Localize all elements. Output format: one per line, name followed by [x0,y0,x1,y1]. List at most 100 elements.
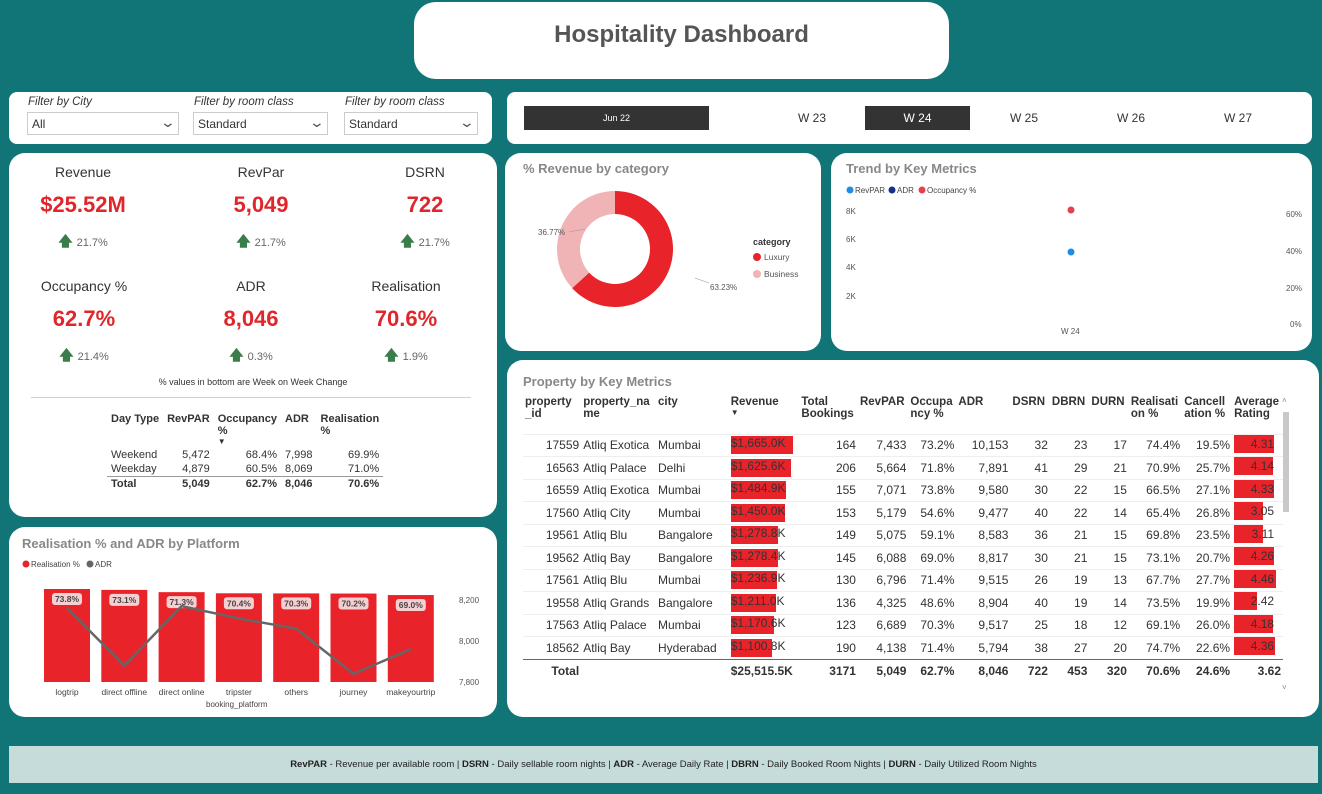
scrollbar-thumb[interactable] [1283,412,1289,512]
rating-bar: 4.31 [1234,434,1276,453]
arrow-up-icon: 🡅 [236,233,251,249]
col-header[interactable]: property_na me [581,394,656,434]
table-row[interactable]: 19558 Atliq Grands Bangalore $1,211.0K 136 4,… [523,591,1283,614]
table-row[interactable]: 17559 Atliq Exotica Mumbai $1,665.0K 164 7,43… [523,433,1283,457]
col-header[interactable]: Revenue ▼ [729,394,800,434]
col-header[interactable]: Day Type [107,411,163,448]
cell-bookings: 164 [799,433,858,457]
arrow-up-icon: 🡅 [229,347,244,363]
x-tick-label: W 24 [1061,327,1080,336]
table-row[interactable]: 17563 Atliq Palace Mumbai $1,170.6K 123 6,689… [523,613,1283,637]
scroll-down-icon[interactable]: ˅ [1282,683,1287,692]
rating-value: 4.31 [1250,436,1275,451]
cell-city: Mumbai [656,568,729,592]
col-header[interactable]: Total Bookings [799,394,858,434]
cell-dsrn: 40 [1010,591,1050,614]
cell-bookings: 3171 [799,658,858,682]
filter-panel: Filter by City All ⌄ Filter by room class… [9,92,492,144]
cell-dbrn: 22 [1049,501,1090,524]
kpi-realisation: Realisation 70.6% 🡅 1.9% [336,278,476,369]
room-class-filter-1-label: Filter by room class [194,96,294,108]
cell-city: Mumbai [656,478,729,502]
data-point-revpar[interactable] [1067,248,1075,256]
scroll-up-icon[interactable]: ˄ [1282,396,1287,405]
cell-dbrn: 19 [1049,568,1090,592]
cell-real: 67.7% [1128,568,1183,592]
cell-dsrn: 32 [1010,433,1050,457]
col-header[interactable]: city [656,394,729,434]
col-header[interactable]: Cancell ation % [1182,394,1232,434]
col-header[interactable]: RevPAR [163,411,214,448]
col-header[interactable]: ADR [281,411,317,448]
legend-label-realisation[interactable]: Realisation % [31,560,80,569]
leader-line [694,277,710,284]
date-slicer-button[interactable]: Jun 22 [524,106,709,130]
rating-bar: 4.26 [1234,547,1276,566]
pie-slice-business[interactable] [557,191,615,289]
week-button-w27[interactable]: W 27 [1203,106,1273,130]
col-header[interactable]: RevPAR [858,394,908,434]
cell-adr: 8,817 [956,546,1011,569]
table-row[interactable]: 19562 Atliq Bay Bangalore $1,278.4K 145 6,088… [523,546,1283,569]
cell: 62.7% [213,476,281,491]
table-row[interactable]: 18562 Atliq Bay Hyderabad $1,100.8K 190 4,138… [523,636,1283,659]
week-button-w26[interactable]: W 26 [1096,106,1166,130]
col-header[interactable]: DBRN [1050,394,1089,434]
revenue-by-category-card: % Revenue by category 36.77% 63.23% cate… [505,153,821,351]
col-header[interactable]: DURN [1089,394,1128,434]
week-button-w23[interactable]: W 23 [777,106,847,130]
week-button-w24[interactable]: W 24 [865,106,970,130]
week-button-w25[interactable]: W 25 [989,106,1059,130]
cell-dbrn: 21 [1049,546,1090,569]
rating-bar: 3.05 [1234,502,1276,521]
table-row[interactable]: 17561 Atliq Blu Mumbai $1,236.9K 130 6,796 71.… [523,568,1283,592]
data-point-occupancy[interactable] [1067,206,1075,214]
cell: 7,998 [285,449,313,461]
table-row[interactable]: 17560 Atliq City Mumbai $1,450.0K 153 5,179 54… [523,501,1283,524]
col-header[interactable]: Realisation % [1129,394,1182,434]
col-header[interactable]: Occupancy % ▼ [214,411,281,448]
city-filter-value: All [32,117,46,131]
legend-label-occupancy[interactable]: Occupancy % [927,186,976,195]
col-header[interactable]: ADR [956,394,1010,434]
table-row[interactable]: 16563 Atliq Palace Delhi $1,625.6K 206 5,664 7… [523,456,1283,479]
cell-dbrn: 453 [1049,658,1090,682]
cell: 60.5% [245,463,277,475]
col-header[interactable]: property _id [523,394,581,434]
table-row[interactable]: 19561 Atliq Blu Bangalore $1,278.8K 149 5,075… [523,523,1283,547]
cell-revpar: 7,071 [857,478,909,502]
legend-label-revpar[interactable]: RevPAR [855,186,885,195]
cell-property-id: 17559 [523,433,582,457]
revenue-bar: $1,484.9K [730,481,793,500]
city-filter-dropdown[interactable]: All ⌄ [27,112,179,135]
room-class-filter-2-dropdown[interactable]: Standard ⌄ [344,112,478,135]
property-table-card: Property by Key Metrics property _id prope… [507,360,1319,717]
property-table: property _id property_na me city Revenue ▼ Tota… [523,394,1283,682]
legend-label-adr[interactable]: ADR [95,560,112,569]
cell-occ: 62.7% [908,658,957,682]
cell-durn: 17 [1089,433,1129,457]
data-label: 69.0% [399,600,424,610]
col-header[interactable]: Realisation % [317,411,384,448]
revenue-value: $1,278.4K [730,548,786,563]
col-header[interactable]: Average Rating [1232,394,1283,434]
kpi-label: Occupancy % [40,278,128,294]
legend-label-luxury[interactable]: Luxury [764,252,790,262]
table-row[interactable]: 16559 Atliq Exotica Mumbai $1,484.9K 155 7,07… [523,478,1283,502]
revenue-bar: $1,278.4K [730,548,793,567]
scrollbar[interactable]: ˄ ˅ [1282,396,1290,692]
cell-durn: 15 [1089,478,1129,502]
revenue-bar: $1,100.8K [730,638,793,657]
col-header[interactable]: Occupa ncy % [908,394,956,434]
cell-real: 70.9% [1128,456,1183,479]
cell-property-id: 19561 [523,523,582,547]
x-tick-label: direct offline [101,687,147,697]
revenue-bar: $1,625.6K [730,458,793,477]
legend-label-adr[interactable]: ADR [897,186,914,195]
legend-label-business[interactable]: Business [764,269,799,279]
kpi-revpar: RevPar 5,049 🡅 21.7% [191,164,331,255]
room-class-filter-1-dropdown[interactable]: Standard ⌄ [193,112,328,135]
cell-rating: 2.42 [1232,591,1283,614]
col-header[interactable]: DSRN [1010,394,1049,434]
revenue-value: $1,625.6K [730,458,786,473]
